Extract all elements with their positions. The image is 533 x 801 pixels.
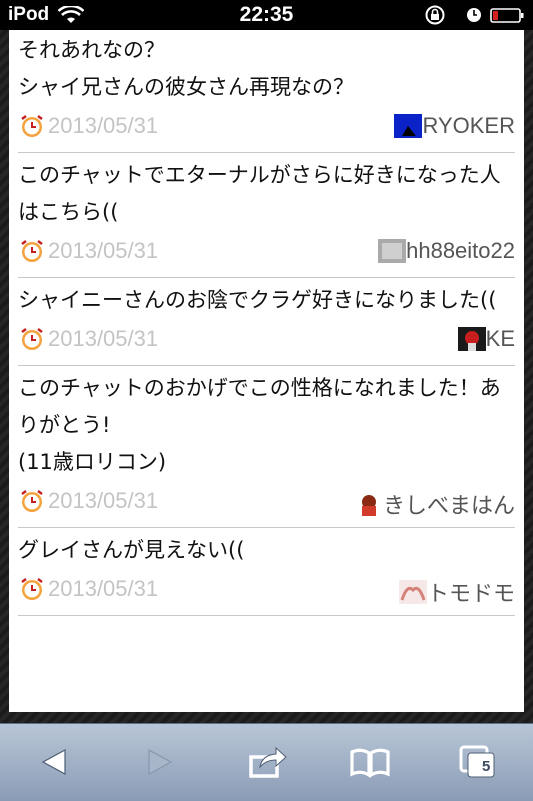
alarm-clock-icon	[21, 240, 43, 262]
comment-meta: 2013/05/31 hh88eito22	[18, 231, 515, 277]
share-button[interactable]	[246, 742, 290, 782]
list-item: グレイさんが見えない(( 2013/05/31 トモドモ	[18, 528, 515, 616]
tab-count: 5	[482, 758, 491, 775]
comment-text: シャイニーさんのお陰でクラゲ好きになりました((	[18, 288, 497, 312]
comment-author[interactable]: RYOKER	[394, 113, 515, 139]
list-item: このチャットのおかげでこの性格になれました！ありがとう! (11歳ロリコン) 2…	[18, 366, 515, 528]
comment-date: 2013/05/31	[48, 488, 159, 513]
comment-author[interactable]: hh88eito22	[378, 238, 515, 264]
user-avatar	[394, 114, 423, 138]
comment-meta: 2013/05/31 RYOKER	[18, 106, 515, 152]
comment-meta: 2013/05/31 KE	[18, 319, 515, 365]
browser-toolbar: 5	[0, 723, 533, 801]
bookmarks-icon	[350, 748, 390, 778]
author-name: RYOKER	[422, 113, 515, 138]
alarm-icon	[467, 8, 481, 22]
comment-author[interactable]: トモドモ	[398, 576, 515, 608]
battery-icon	[490, 8, 524, 23]
user-avatar	[398, 580, 427, 604]
back-arrow-icon	[41, 748, 66, 776]
author-name: KE	[485, 326, 515, 351]
alarm-clock-icon	[21, 578, 43, 600]
status-bar: iPod 22:35	[0, 0, 533, 30]
comment-date: 2013/05/31	[48, 113, 159, 138]
alarm-clock-icon	[21, 115, 43, 137]
alarm-clock-icon	[21, 490, 43, 512]
author-name: きしべまはん	[382, 493, 515, 518]
comment-text: このチャットでエターナルがさらに好きになった人はこちら((	[18, 163, 501, 224]
comment-text: グレイさんが見えない((	[18, 538, 245, 562]
comment-text: それあれなの？ シャイ兄さんの彼女さん再現なの？	[18, 38, 354, 99]
list-item: それあれなの？ シャイ兄さんの彼女さん再現なの？ 2013/05/31 RYOK…	[18, 30, 515, 153]
forward-button[interactable]	[138, 742, 182, 782]
tabs-icon	[459, 745, 495, 778]
comment-date: 2013/05/31	[48, 238, 159, 263]
user-avatar	[354, 492, 383, 516]
comment-list[interactable]: それあれなの？ シャイ兄さんの彼女さん再現なの？ 2013/05/31 RYOK…	[9, 30, 524, 712]
comment-meta: 2013/05/31 きしべまはん	[18, 481, 515, 527]
comment-meta: 2013/05/31 トモドモ	[18, 569, 515, 615]
share-icon	[249, 746, 287, 778]
alarm-clock-icon	[21, 328, 43, 350]
tabs-button[interactable]: 5	[456, 742, 500, 782]
comment-author[interactable]: きしべまはん	[354, 488, 515, 520]
user-avatar	[457, 327, 486, 351]
author-name: トモドモ	[426, 581, 515, 606]
comment-date: 2013/05/31	[48, 326, 159, 351]
list-item: このチャットでエターナルがさらに好きになった人はこちら(( 2013/05/31…	[18, 153, 515, 278]
status-time: 22:35	[239, 3, 294, 26]
back-button[interactable]	[32, 742, 76, 782]
bookmarks-button[interactable]	[348, 742, 392, 782]
user-avatar	[378, 239, 407, 263]
comment-date: 2013/05/31	[48, 576, 159, 601]
author-name: hh88eito22	[406, 238, 515, 263]
rotation-lock-icon	[425, 5, 445, 25]
list-item: シャイニーさんのお陰でクラゲ好きになりました(( 2013/05/31 KE	[18, 278, 515, 366]
forward-arrow-icon	[148, 748, 173, 776]
comment-text: このチャットのおかげでこの性格になれました！ありがとう! (11歳ロリコン)	[18, 376, 501, 474]
comment-author[interactable]: KE	[457, 326, 515, 352]
